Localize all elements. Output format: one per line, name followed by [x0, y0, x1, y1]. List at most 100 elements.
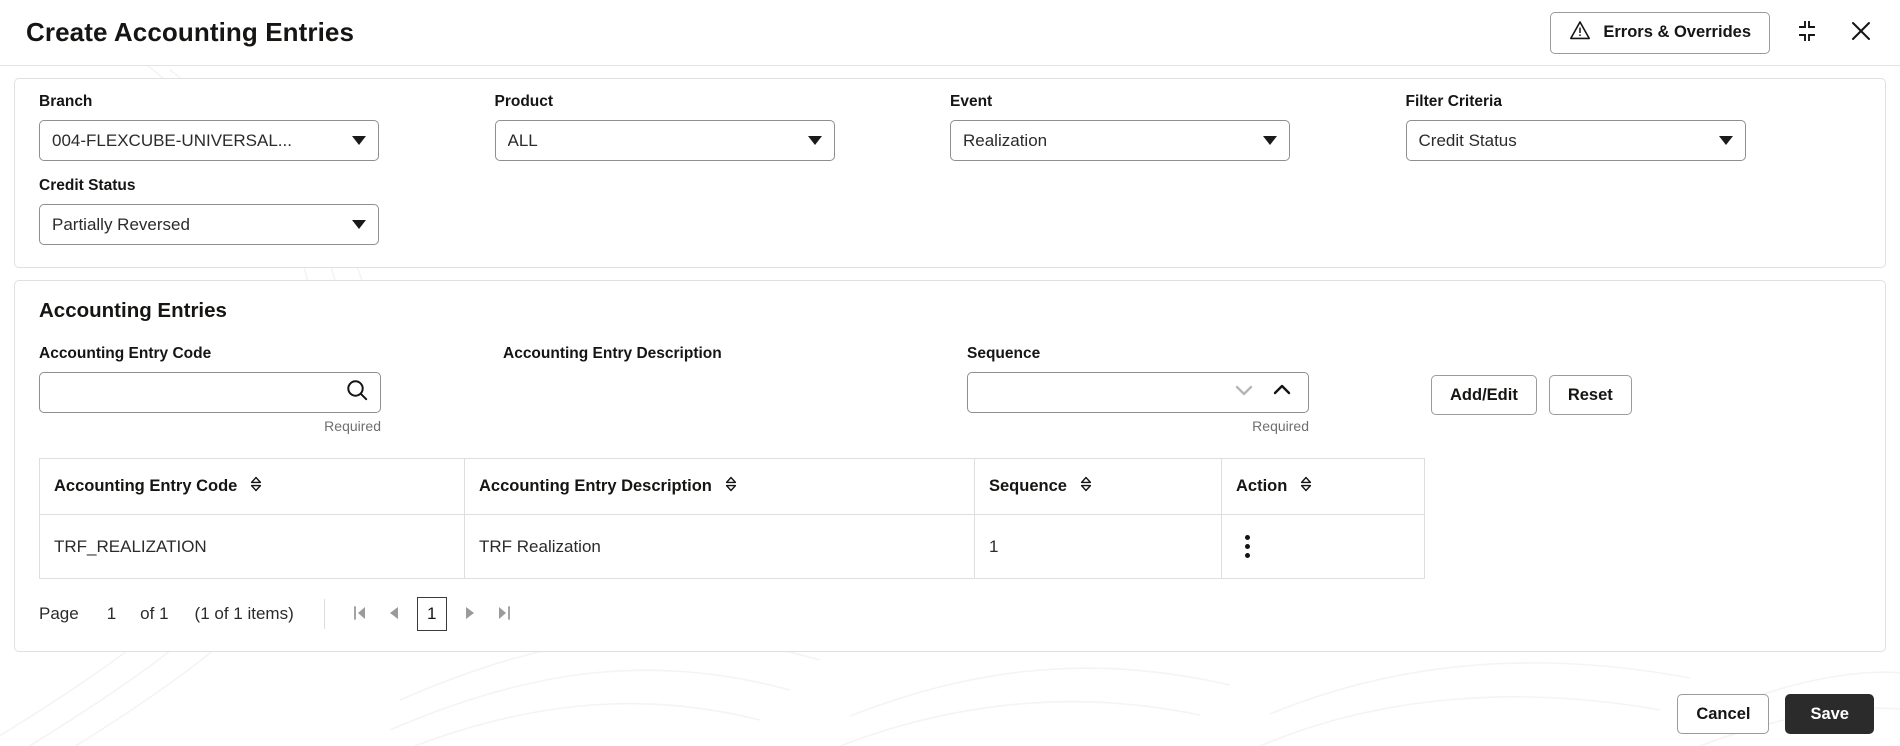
window-body: Branch 004-FLEXCUBE-UNIVERSAL... Product…: [0, 66, 1900, 682]
close-icon: [1848, 18, 1874, 47]
filter-criteria-label: Filter Criteria: [1405, 93, 1502, 110]
table-head: Accounting Entry Code Accounting Entry D…: [39, 458, 1425, 515]
branch-dropdown[interactable]: 004-FLEXCUBE-UNIVERSAL...: [39, 120, 379, 161]
chevron-down-icon: [1263, 136, 1277, 145]
credit-status-value: Partially Reversed: [52, 214, 190, 234]
reset-button[interactable]: Reset: [1548, 375, 1632, 415]
close-button[interactable]: [1844, 16, 1878, 50]
branch-field: Branch 004-FLEXCUBE-UNIVERSAL...: [39, 93, 495, 161]
chevron-down-icon: [352, 136, 366, 145]
product-field: Product ALL: [494, 93, 951, 161]
chevron-down-icon: [807, 136, 822, 145]
sort-icon[interactable]: [1299, 475, 1313, 498]
credit-status-label: Credit Status: [39, 177, 136, 194]
table-header-row: Accounting Entry Code Accounting Entry D…: [39, 458, 1425, 515]
entries-action-buttons: Add/Edit Reset: [1431, 345, 1632, 415]
accounting-entries-table-wrap: Accounting Entry Code Accounting Entry D…: [15, 444, 1885, 579]
prev-page-button[interactable]: [377, 597, 411, 631]
errors-and-overrides-label: Errors & Overrides: [1603, 23, 1751, 41]
accounting-entry-description-label: Accounting Entry Description: [503, 345, 722, 362]
pagination: Page 1 of 1 (1 of 1 items) 1: [15, 579, 1885, 651]
column-header-accounting-entry-code[interactable]: Accounting Entry Code: [39, 458, 465, 515]
sort-icon[interactable]: [1079, 475, 1093, 498]
accounting-entry-code-label: Accounting Entry Code: [39, 345, 212, 362]
filter-criteria-field: Filter Criteria Credit Status: [1405, 93, 1862, 161]
accounting-entries-panel: Accounting Entries Accounting Entry Code: [14, 280, 1886, 652]
cell-sequence: 1: [974, 514, 1222, 579]
collapse-icon: [1794, 18, 1820, 47]
chevron-down-icon: [1718, 136, 1733, 145]
accounting-entry-code-input-wrap[interactable]: [39, 372, 381, 413]
errors-and-overrides-button[interactable]: Errors & Overrides: [1550, 11, 1770, 54]
event-value: Realization: [963, 130, 1048, 150]
window-titlebar: Create Accounting Entries Errors & Overr…: [0, 0, 1900, 66]
create-accounting-entries-window: Create Accounting Entries Errors & Overr…: [0, 0, 1900, 746]
pagination-page-label: Page: [39, 604, 79, 623]
column-header-sequence[interactable]: Sequence: [974, 458, 1222, 515]
product-dropdown[interactable]: ALL: [494, 120, 835, 161]
accounting-entry-code-field: Accounting Entry Code Required: [39, 345, 503, 434]
accounting-entry-code-hint: Required: [324, 418, 381, 434]
sequence-stepper[interactable]: [967, 372, 1309, 413]
sort-icon[interactable]: [724, 475, 738, 498]
event-label: Event: [950, 93, 993, 110]
kebab-menu-icon[interactable]: [1236, 535, 1258, 558]
table-body: TRF_REALIZATION TRF Realization 1: [39, 514, 1425, 579]
column-header-action[interactable]: Action: [1221, 458, 1425, 515]
cell-accounting-entry-code: TRF_REALIZATION: [39, 514, 465, 579]
prev-page-icon: [383, 602, 405, 627]
pagination-page-number: 1: [106, 604, 117, 623]
branch-value: 004-FLEXCUBE-UNIVERSAL...: [52, 130, 292, 150]
accounting-entries-table: Accounting Entry Code Accounting Entry D…: [39, 458, 1425, 579]
search-icon[interactable]: [344, 377, 370, 408]
accounting-entry-code-input[interactable]: [50, 381, 344, 404]
product-label: Product: [494, 93, 554, 110]
first-page-button[interactable]: [343, 597, 377, 631]
cell-action: [1221, 514, 1425, 579]
credit-status-field: Credit Status Partially Reversed: [39, 177, 517, 245]
table-row: TRF_REALIZATION TRF Realization 1: [39, 514, 1425, 579]
column-label: Action: [1236, 477, 1288, 495]
save-button[interactable]: Save: [1785, 694, 1874, 734]
last-page-button[interactable]: [487, 597, 521, 631]
chevron-down-icon: [352, 220, 366, 229]
column-header-accounting-entry-description[interactable]: Accounting Entry Description: [464, 458, 975, 515]
pagination-divider: [323, 599, 325, 629]
warning-icon: [1569, 20, 1591, 45]
cell-accounting-entry-description: TRF Realization: [464, 514, 975, 579]
entries-input-row: Accounting Entry Code Required Accountin…: [39, 345, 1861, 434]
filter-criteria-dropdown[interactable]: Credit Status: [1405, 120, 1746, 161]
filters-panel: Branch 004-FLEXCUBE-UNIVERSAL... Product…: [14, 78, 1886, 268]
filter-criteria-value: Credit Status: [1418, 130, 1517, 150]
filters-row-1: Branch 004-FLEXCUBE-UNIVERSAL... Product…: [39, 93, 1861, 161]
column-label: Accounting Entry Description: [479, 477, 712, 495]
page-title: Create Accounting Entries: [26, 17, 355, 47]
branch-label: Branch: [39, 93, 93, 110]
entries-form: Accounting Entry Code Required Accountin…: [15, 323, 1885, 444]
sequence-label: Sequence: [967, 345, 1041, 362]
next-page-icon: [459, 602, 481, 627]
column-label: Accounting Entry Code: [54, 477, 238, 495]
event-dropdown[interactable]: Realization: [950, 120, 1290, 161]
last-page-icon: [493, 602, 515, 627]
sequence-hint: Required: [1252, 418, 1309, 434]
window-footer: Cancel Save: [0, 682, 1900, 746]
next-page-button[interactable]: [453, 597, 487, 631]
sort-icon[interactable]: [249, 475, 263, 498]
chevron-up-icon[interactable]: [1270, 378, 1294, 407]
accounting-entry-description-field: Accounting Entry Description: [503, 345, 967, 372]
chevron-down-icon[interactable]: [1232, 378, 1256, 407]
pagination-of-label: of 1: [140, 604, 169, 623]
sequence-field: Sequence Required: [967, 345, 1431, 434]
current-page-button[interactable]: 1: [416, 597, 447, 631]
first-page-icon: [349, 602, 371, 627]
cancel-button[interactable]: Cancel: [1677, 694, 1770, 734]
section-title: Accounting Entries: [39, 299, 227, 322]
filters-row-2: Credit Status Partially Reversed: [39, 177, 1861, 245]
titlebar-actions: Errors & Overrides: [1550, 11, 1878, 54]
add-edit-button[interactable]: Add/Edit: [1431, 375, 1537, 415]
credit-status-dropdown[interactable]: Partially Reversed: [39, 204, 379, 245]
minimize-button[interactable]: [1790, 16, 1824, 50]
column-label: Sequence: [989, 477, 1067, 495]
pagination-items-label: (1 of 1 items): [194, 604, 294, 623]
